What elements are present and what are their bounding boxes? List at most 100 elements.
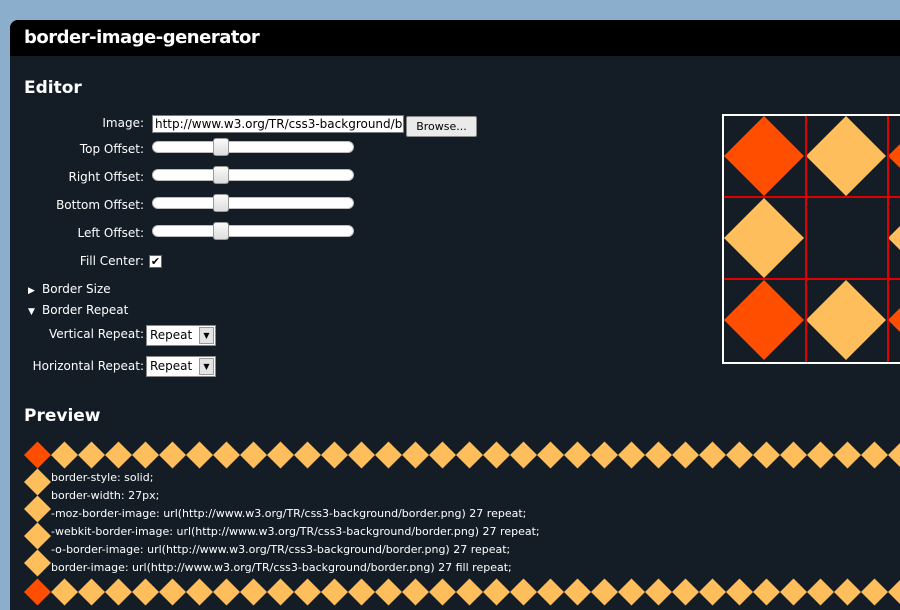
preview-edge-diamond [294, 441, 321, 469]
browse-button[interactable]: Browse... [406, 116, 477, 137]
border-repeat-toggle[interactable]: ▼ Border Repeat [28, 303, 128, 317]
preview-edge-diamond [645, 441, 672, 469]
preview-edge-diamond [402, 441, 429, 469]
vertical-repeat-select[interactable]: Repeat ▼ [146, 325, 216, 346]
preview-edge-diamond [105, 441, 132, 469]
preview-edge-diamond [645, 578, 672, 606]
preview-edge-diamond [105, 578, 132, 606]
preview-edge-diamond [348, 578, 375, 606]
preview-edge-diamond [672, 578, 699, 606]
image-url-input[interactable]: http://www.w3.org/TR/css3-background/bor… [152, 115, 404, 133]
border-image-svg [724, 116, 900, 362]
corner-diamond [724, 116, 804, 196]
preview-edge-diamond [672, 441, 699, 469]
corner-diamond [724, 280, 804, 360]
preview-edge-diamond [78, 578, 105, 606]
preview-edge-diamond [213, 441, 240, 469]
preview-box: border-style: solid; border-width: 27px;… [24, 440, 900, 610]
vertical-repeat-value: Repeat [150, 328, 193, 342]
preview-edge-diamond [780, 441, 807, 469]
preview-edge-diamond [699, 578, 726, 606]
bottom-offset-label: Bottom Offset: [56, 198, 144, 212]
preview-edge-diamond [24, 549, 51, 577]
preview-edge-diamond [537, 578, 564, 606]
right-offset-slider[interactable] [152, 166, 354, 184]
preview-edge-diamond [456, 578, 483, 606]
preview-edge-diamond [834, 441, 861, 469]
preview-edge-diamond [834, 578, 861, 606]
preview-edge-diamond [726, 578, 753, 606]
triangle-down-icon: ▼ [28, 307, 35, 317]
source-image-preview[interactable] [722, 114, 900, 364]
border-size-label: Border Size [42, 282, 111, 296]
dropdown-arrow-icon[interactable]: ▼ [199, 327, 214, 344]
vertical-repeat-label: Vertical Repeat: [48, 327, 144, 341]
preview-edge-diamond [564, 441, 591, 469]
slider-thumb[interactable] [213, 138, 229, 156]
right-offset-label: Right Offset: [68, 170, 144, 184]
top-offset-label: Top Offset: [79, 142, 144, 156]
preview-corner-diamond [24, 441, 51, 469]
preview-edge-diamond [240, 578, 267, 606]
bottom-offset-slider[interactable] [152, 194, 354, 212]
fill-center-checkbox[interactable]: ✔ [149, 255, 162, 268]
preview-edge-diamond [429, 441, 456, 469]
edge-diamond [888, 226, 900, 250]
slider-thumb[interactable] [213, 166, 229, 184]
editor-heading: Editor [24, 78, 82, 98]
horizontal-repeat-value: Repeat [150, 359, 193, 373]
image-label: Image: [102, 116, 144, 130]
preview-edge-diamond [348, 441, 375, 469]
horizontal-repeat-label: Horizontal Repeat: [32, 359, 144, 373]
preview-edge-diamond [618, 441, 645, 469]
border-size-toggle[interactable]: ▶ Border Size [28, 282, 111, 296]
preview-edge-diamond [861, 578, 888, 606]
css-output-line: -moz-border-image: url(http://www.w3.org… [51, 507, 527, 520]
preview-edge-diamond [861, 441, 888, 469]
preview-edge-diamond [24, 522, 51, 550]
border-repeat-label: Border Repeat [42, 303, 129, 317]
preview-edge-diamond [753, 441, 780, 469]
preview-edge-diamond [132, 441, 159, 469]
preview-edge-diamond [456, 441, 483, 469]
preview-edge-diamond [132, 578, 159, 606]
top-offset-slider[interactable] [152, 138, 354, 156]
preview-edge-diamond [213, 578, 240, 606]
preview-edge-diamond [483, 441, 510, 469]
preview-edge-diamond [726, 441, 753, 469]
dropdown-arrow-icon[interactable]: ▼ [199, 358, 214, 375]
preview-edge-diamond [51, 441, 78, 469]
diamond-tile-grid [724, 116, 900, 360]
check-icon: ✔ [150, 255, 161, 268]
corner-diamond [888, 308, 900, 332]
preview-edge-diamond [294, 578, 321, 606]
preview-edge-diamond [24, 495, 51, 523]
preview-edge-diamond [807, 441, 834, 469]
preview-edge-diamond [510, 441, 537, 469]
left-offset-slider[interactable] [152, 222, 354, 240]
corner-diamond [888, 144, 900, 168]
preview-edge-diamond [888, 443, 900, 467]
css-output-line: -webkit-border-image: url(http://www.w3.… [51, 525, 540, 538]
left-offset-label: Left Offset: [77, 226, 145, 240]
preview-edge-diamond [321, 441, 348, 469]
preview-edge-diamond [564, 578, 591, 606]
preview-edge-diamond [537, 441, 564, 469]
slider-thumb[interactable] [213, 194, 229, 212]
preview-edge-diamond [807, 578, 834, 606]
css-output-line: border-style: solid; [51, 471, 154, 484]
preview-edge-diamond [429, 578, 456, 606]
preview-edge-diamond [483, 578, 510, 606]
preview-edge-diamond [375, 578, 402, 606]
preview-edge-diamond [591, 441, 618, 469]
edge-diamond [806, 280, 886, 360]
css-output-line: -o-border-image: url(http://www.w3.org/T… [51, 543, 511, 556]
slider-thumb[interactable] [213, 222, 229, 240]
preview-edge-diamond [267, 578, 294, 606]
preview-heading: Preview [24, 406, 101, 426]
triangle-right-icon: ▶ [28, 286, 35, 296]
fill-center-label: Fill Center: [79, 254, 144, 268]
preview-edge-diamond [78, 441, 105, 469]
preview-edge-diamond [159, 578, 186, 606]
horizontal-repeat-select[interactable]: Repeat ▼ [146, 356, 216, 377]
